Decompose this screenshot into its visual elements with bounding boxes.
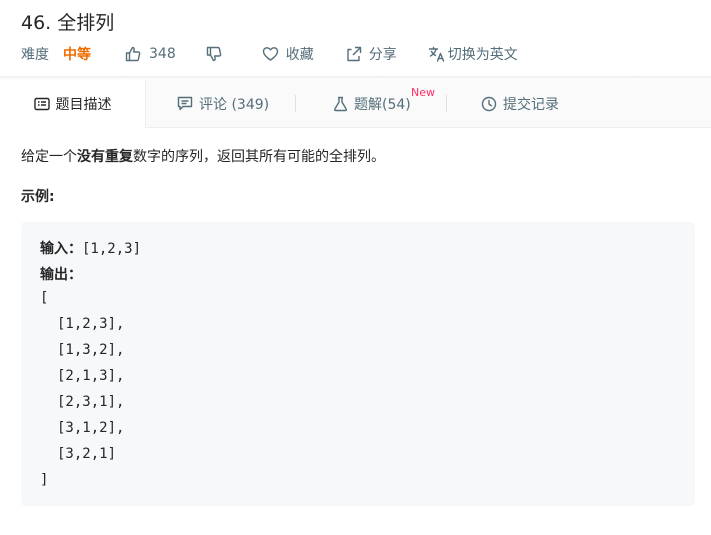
tab-divider <box>446 95 447 112</box>
input-label: 输入： <box>40 241 82 257</box>
output-line: [2,1,3], <box>57 368 125 384</box>
translate-icon <box>428 46 444 62</box>
switch-language-button[interactable]: 切换为英文 <box>428 44 518 64</box>
tab-comments-label: 评论 (349) <box>199 96 270 113</box>
tab-submissions-label: 提交记录 <box>503 96 559 113</box>
tab-divider <box>295 95 296 112</box>
output-line: [3,2,1] <box>57 446 117 462</box>
description-prefix: 给定一个 <box>21 149 77 165</box>
output-line: [3,1,2], <box>57 420 125 436</box>
like-count: 348 <box>149 46 176 62</box>
dislike-button[interactable] <box>206 46 222 62</box>
share-button[interactable]: 分享 <box>346 44 397 64</box>
problem-description: 给定一个没有重复数字的序列，返回其所有可能的全排列。 <box>21 146 385 166</box>
share-icon <box>347 46 361 62</box>
tab-solutions-label: 题解(54) <box>354 96 411 113</box>
difficulty-label: 难度 <box>21 47 49 63</box>
tab-solutions[interactable]: 题解(54) <box>333 80 411 127</box>
switch-language-label: 切换为英文 <box>447 47 518 63</box>
like-button[interactable]: 348 <box>125 46 176 62</box>
description-suffix: 数字的序列，返回其所有可能的全排列。 <box>133 149 385 165</box>
output-line: [2,3,1], <box>57 394 125 410</box>
tab-description-label: 题目描述 <box>55 97 112 113</box>
share-label: 分享 <box>368 47 397 63</box>
output-line: [1,3,2], <box>57 342 125 358</box>
example-code-block: 输入：[1,2,3] 输出： [ [1,2,3], [1,3,2], [2,1,… <box>21 222 695 506</box>
favorite-button[interactable]: 收藏 <box>262 44 314 64</box>
difficulty-value: 中等 <box>63 47 91 63</box>
output-label: 输出： <box>40 267 82 283</box>
flask-icon <box>333 96 348 111</box>
description-emphasis: 没有重复 <box>77 149 133 165</box>
example-input-line: 输入：[1,2,3] <box>40 238 141 258</box>
clock-icon <box>481 96 497 111</box>
new-badge: New <box>411 86 435 99</box>
tab-description[interactable]: 题目描述 <box>0 80 146 128</box>
example-label: 示例: <box>21 189 55 205</box>
tab-comments[interactable]: 评论 (349) <box>177 80 269 127</box>
output-line: [1,2,3], <box>57 316 125 332</box>
output-line: ] <box>40 472 49 488</box>
thumbs-down-icon <box>206 46 222 62</box>
problem-meta-bar: 难度 中等 348 收藏 分享 切换为英文 <box>21 44 518 64</box>
description-icon <box>33 97 50 111</box>
favorite-label: 收藏 <box>285 47 314 63</box>
input-value: [1,2,3] <box>82 241 142 257</box>
heart-icon <box>262 47 278 61</box>
thumbs-up-icon <box>125 46 141 62</box>
tab-submissions[interactable]: 提交记录 <box>481 80 559 127</box>
tab-bar: 题目描述 评论 (349) 题解(54) 提交记录 <box>0 80 711 128</box>
output-line: [ <box>40 290 49 306</box>
problem-title: 46. 全排列 <box>21 12 115 34</box>
example-output-line: 输出： <box>40 264 82 284</box>
comment-icon <box>177 96 193 111</box>
